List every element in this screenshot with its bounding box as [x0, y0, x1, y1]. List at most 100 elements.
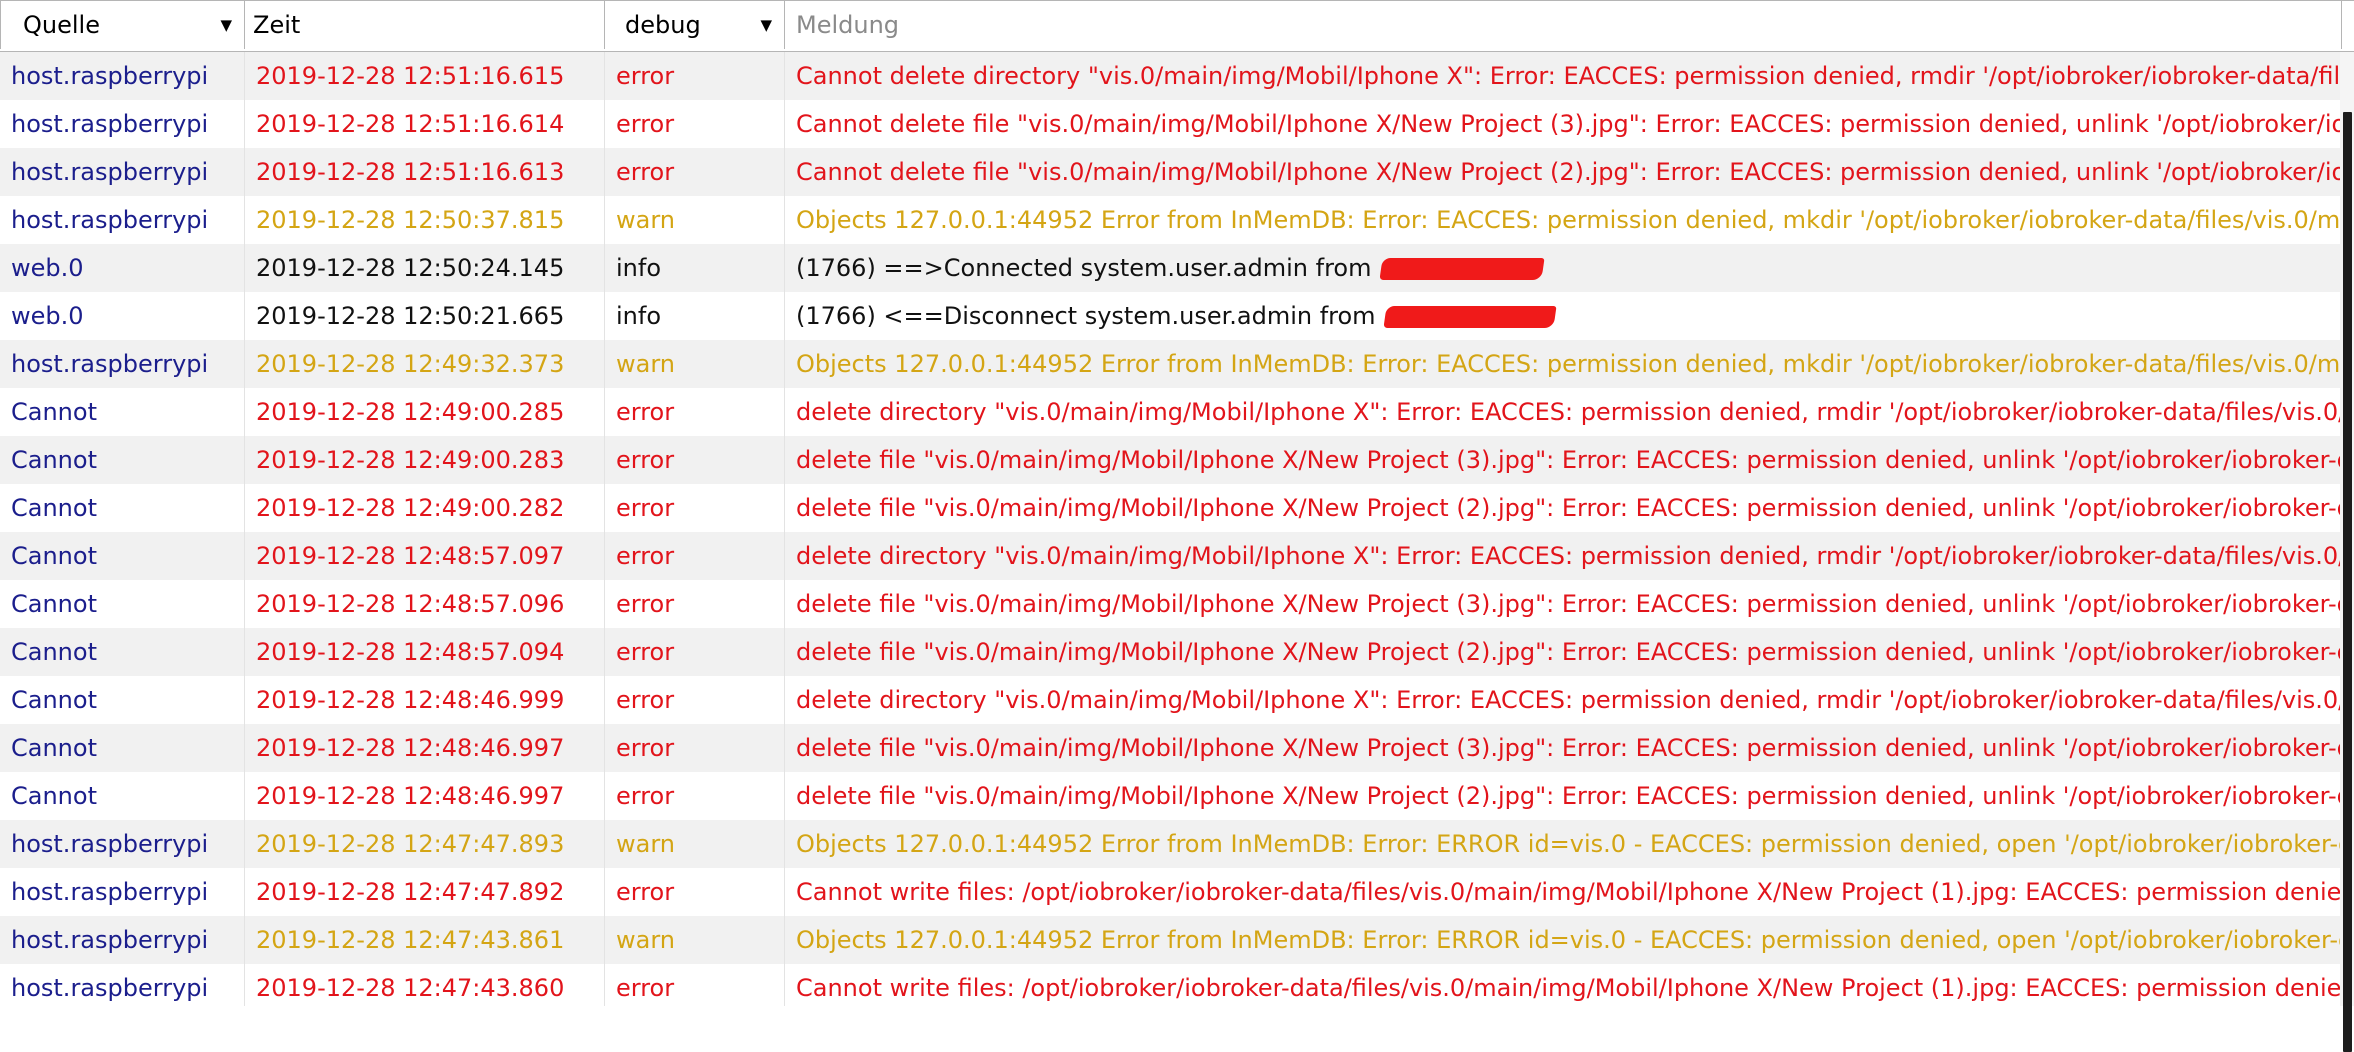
log-source-text: Cannot	[11, 686, 97, 714]
log-level: info	[605, 244, 785, 292]
level-filter-select[interactable]: debug ▼	[605, 1, 785, 49]
log-time-text: 2019-12-28 12:48:57.094	[256, 638, 565, 666]
log-time: 2019-12-28 12:48:57.097	[245, 532, 605, 580]
log-source-text: host.raspberrypi	[11, 878, 209, 906]
scrollbar-thumb[interactable]	[2343, 112, 2352, 1052]
log-message-text: Cannot delete file "vis.0/main/img/Mobil…	[796, 158, 2342, 186]
log-row: Cannot 2019-12-28 12:48:57.097 error delete…	[0, 532, 2354, 580]
log-source: host.raspberrypi	[0, 916, 245, 964]
log-level-text: info	[616, 302, 662, 330]
log-rows: host.raspberrypi 2019-12-28 12:51:16.615 e…	[0, 52, 2354, 1006]
log-time: 2019-12-28 12:49:32.373	[245, 340, 605, 388]
log-source-text: web.0	[11, 254, 84, 282]
log-message: Objects 127.0.0.1:44952 Error from InMem…	[785, 820, 2342, 868]
log-source: host.raspberrypi	[0, 820, 245, 868]
log-source-text: host.raspberrypi	[11, 110, 209, 138]
log-source-text: host.raspberrypi	[11, 830, 209, 858]
log-message-text: delete file "vis.0/main/img/Mobil/Iphone…	[796, 590, 2342, 618]
log-source: host.raspberrypi	[0, 340, 245, 388]
log-row: host.raspberrypi 2019-12-28 12:51:16.613 e…	[0, 148, 2354, 196]
log-message-text: Objects 127.0.0.1:44952 Error from InMem…	[796, 830, 2342, 858]
log-row: Cannot 2019-12-28 12:49:00.283 error delete…	[0, 436, 2354, 484]
log-message-text: delete directory "vis.0/main/img/Mobil/I…	[796, 542, 2342, 570]
log-row: host.raspberrypi 2019-12-28 12:51:16.614 e…	[0, 100, 2354, 148]
log-source-text: Cannot	[11, 590, 97, 618]
log-source-text: Cannot	[11, 494, 97, 522]
log-source: host.raspberrypi	[0, 100, 245, 148]
log-level: error	[605, 484, 785, 532]
log-table: Quelle ▼ Zeit debug ▼ host.raspberrypi 20…	[0, 0, 2354, 1006]
log-time: 2019-12-28 12:51:16.613	[245, 148, 605, 196]
log-level-text: error	[616, 158, 675, 186]
log-source: host.raspberrypi	[0, 964, 245, 1006]
log-level-text: error	[616, 494, 675, 522]
log-row: host.raspberrypi 2019-12-28 12:49:32.373 w…	[0, 340, 2354, 388]
log-level-text: error	[616, 734, 675, 762]
log-row: host.raspberrypi 2019-12-28 12:47:43.860 e…	[0, 964, 2354, 1006]
log-level: error	[605, 628, 785, 676]
log-time-text: 2019-12-28 12:51:16.615	[256, 62, 565, 90]
log-row: host.raspberrypi 2019-12-28 12:47:47.893 w…	[0, 820, 2354, 868]
level-filter-label: debug	[625, 11, 701, 39]
log-time-text: 2019-12-28 12:51:16.613	[256, 158, 565, 186]
log-level-text: error	[616, 638, 675, 666]
log-message-text: delete file "vis.0/main/img/Mobil/Iphone…	[796, 782, 2342, 810]
log-message-text: (1766) ==>Connected system.user.admin fr…	[796, 254, 1380, 282]
log-source: Cannot	[0, 772, 245, 820]
log-row: host.raspberrypi 2019-12-28 12:50:37.815 w…	[0, 196, 2354, 244]
log-level-text: error	[616, 974, 675, 1002]
source-filter-select[interactable]: Quelle ▼	[0, 1, 245, 49]
log-time-text: 2019-12-28 12:48:57.097	[256, 542, 565, 570]
log-row: Cannot 2019-12-28 12:48:46.999 error delete…	[0, 676, 2354, 724]
log-level: error	[605, 436, 785, 484]
log-time-text: 2019-12-28 12:48:46.999	[256, 686, 565, 714]
log-message: Cannot delete file "vis.0/main/img/Mobil…	[785, 148, 2342, 196]
log-level-text: error	[616, 62, 675, 90]
log-level: warn	[605, 916, 785, 964]
log-time-text: 2019-12-28 12:48:57.096	[256, 590, 565, 618]
log-source: Cannot	[0, 724, 245, 772]
log-message: delete directory "vis.0/main/img/Mobil/I…	[785, 532, 2342, 580]
log-source: web.0	[0, 244, 245, 292]
log-row: web.0 2019-12-28 12:50:21.665 info (1766) <…	[0, 292, 2354, 340]
log-message-text: delete file "vis.0/main/img/Mobil/Iphone…	[796, 494, 2342, 522]
redaction-mark	[1379, 258, 1545, 280]
log-level: warn	[605, 196, 785, 244]
dropdown-arrow-icon: ▼	[760, 16, 772, 34]
log-level-text: error	[616, 542, 675, 570]
log-message: Cannot write files: /opt/iobroker/iobrok…	[785, 964, 2342, 1006]
log-time-text: 2019-12-28 12:50:37.815	[256, 206, 565, 234]
log-message-text: delete directory "vis.0/main/img/Mobil/I…	[796, 686, 2342, 714]
log-message: delete file "vis.0/main/img/Mobil/Iphone…	[785, 724, 2342, 772]
log-level-text: error	[616, 686, 675, 714]
log-message: Cannot delete directory "vis.0/main/img/…	[785, 52, 2342, 100]
log-source-text: host.raspberrypi	[11, 350, 209, 378]
log-level: error	[605, 52, 785, 100]
log-time: 2019-12-28 12:48:57.094	[245, 628, 605, 676]
vertical-scrollbar[interactable]	[2340, 52, 2354, 1052]
log-message-text: Cannot delete file "vis.0/main/img/Mobil…	[796, 110, 2342, 138]
log-message-text: delete directory "vis.0/main/img/Mobil/I…	[796, 398, 2342, 426]
log-time: 2019-12-28 12:47:43.861	[245, 916, 605, 964]
message-filter-input[interactable]	[796, 2, 2341, 48]
log-time: 2019-12-28 12:47:47.893	[245, 820, 605, 868]
log-source: Cannot	[0, 532, 245, 580]
log-message: delete directory "vis.0/main/img/Mobil/I…	[785, 388, 2342, 436]
log-source: Cannot	[0, 628, 245, 676]
log-level: error	[605, 868, 785, 916]
log-message-text: delete file "vis.0/main/img/Mobil/Iphone…	[796, 638, 2342, 666]
log-level: info	[605, 292, 785, 340]
log-level-text: error	[616, 398, 675, 426]
log-time-text: 2019-12-28 12:47:43.861	[256, 926, 565, 954]
log-time-text: 2019-12-28 12:47:43.860	[256, 974, 565, 1002]
log-source: Cannot	[0, 484, 245, 532]
log-message: delete directory "vis.0/main/img/Mobil/I…	[785, 676, 2342, 724]
log-source-text: host.raspberrypi	[11, 926, 209, 954]
log-row: Cannot 2019-12-28 12:48:57.096 error delete…	[0, 580, 2354, 628]
log-message: delete file "vis.0/main/img/Mobil/Iphone…	[785, 484, 2342, 532]
log-time: 2019-12-28 12:49:00.285	[245, 388, 605, 436]
log-time: 2019-12-28 12:51:16.614	[245, 100, 605, 148]
log-level-text: info	[616, 254, 662, 282]
log-source-text: Cannot	[11, 638, 97, 666]
log-source-text: Cannot	[11, 398, 97, 426]
